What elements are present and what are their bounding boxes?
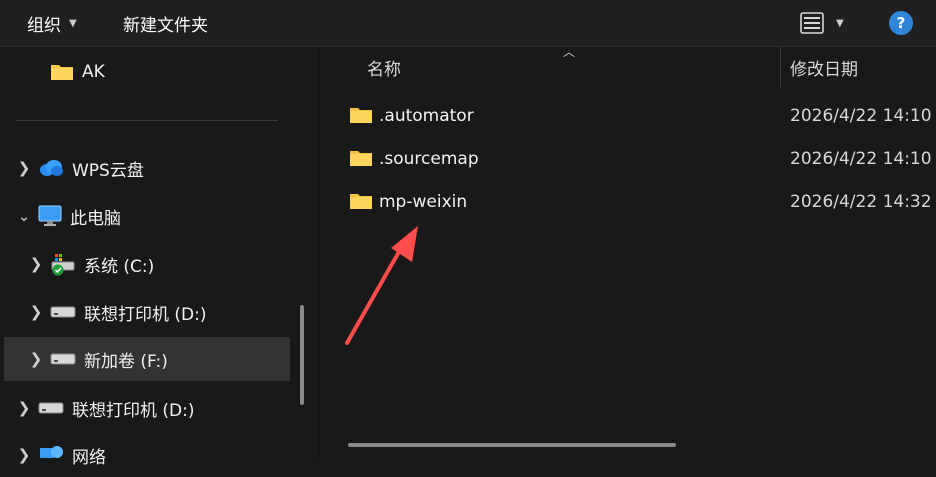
- nav-item-label: 系统 (C:): [84, 256, 155, 277]
- help-button[interactable]: ?: [889, 0, 913, 46]
- nav-item-label: AK: [82, 62, 105, 82]
- nav-item-ak[interactable]: AK: [0, 50, 290, 94]
- file-modified-date: 2026/4/22 14:10: [790, 148, 932, 169]
- file-name: .automator: [379, 105, 474, 126]
- chevron-right-icon[interactable]: ❯: [22, 350, 50, 368]
- nav-scrollbar-thumb[interactable]: [300, 305, 304, 405]
- nav-item-network[interactable]: ❯ 网络: [10, 433, 290, 477]
- cloud-icon: [38, 158, 64, 178]
- column-header-name[interactable]: 名称: [367, 47, 401, 87]
- file-list-pane: ︿ 名称 修改日期 .automator 2026/4/22 14:10 .so…: [320, 45, 936, 458]
- drive-icon: [50, 352, 76, 366]
- chevron-down-icon[interactable]: ⌄: [10, 207, 38, 225]
- drive-icon: [38, 401, 64, 415]
- chevron-right-icon[interactable]: ❯: [10, 159, 38, 177]
- nav-item-drive-d-removable[interactable]: ❯ 联想打印机 (D:): [10, 386, 290, 430]
- nav-item-wps-cloud[interactable]: ❯ WPS云盘: [10, 146, 290, 190]
- nav-divider: [16, 120, 278, 121]
- nav-item-drive-d[interactable]: ❯ 联想打印机 (D:): [22, 290, 290, 334]
- file-modified-date: 2026/4/22 14:32: [790, 191, 932, 212]
- nav-item-label: 联想打印机 (D:): [84, 304, 207, 325]
- nav-item-label: 新加卷 (F:): [84, 351, 168, 372]
- nav-item-label: 此电脑: [70, 208, 121, 229]
- folder-icon: [349, 148, 373, 172]
- chevron-right-icon[interactable]: ❯: [22, 255, 50, 273]
- column-header-modified[interactable]: 修改日期: [790, 47, 858, 87]
- chevron-right-icon[interactable]: ❯: [22, 303, 50, 321]
- nav-item-drive-c[interactable]: ❯ 系统 (C:): [22, 242, 290, 286]
- folder-icon: [50, 62, 74, 82]
- file-modified-date: 2026/4/22 14:10: [790, 105, 932, 126]
- chevron-right-icon[interactable]: ❯: [10, 399, 38, 417]
- system-drive-icon: [50, 252, 76, 276]
- column-separator[interactable]: [780, 47, 781, 87]
- caret-down-icon: ▼: [836, 17, 844, 29]
- organize-menu-button[interactable]: 组织 ▼: [27, 0, 77, 46]
- organize-label: 组织: [27, 15, 61, 36]
- file-row[interactable]: .automator 2026/4/22 14:10: [320, 94, 936, 137]
- help-icon: ?: [889, 11, 913, 35]
- file-row[interactable]: mp-weixin 2026/4/22 14:32: [320, 180, 936, 223]
- network-icon: [38, 444, 64, 466]
- nav-item-this-pc[interactable]: ⌄ 此电脑: [10, 194, 290, 238]
- file-name: .sourcemap: [379, 148, 479, 169]
- caret-down-icon: ▼: [69, 17, 77, 29]
- view-options-button[interactable]: ▼: [800, 0, 844, 46]
- folder-icon: [349, 191, 373, 215]
- nav-item-drive-f[interactable]: ❯ 新加卷 (F:): [4, 337, 290, 381]
- sort-ascending-icon: ︿: [563, 45, 576, 59]
- navigation-pane: AK ❯ WPS云盘 ⌄ 此电脑 ❯ 系统 (C:) ❯ 联想打印机 (D:) …: [0, 47, 318, 468]
- new-folder-label: 新建文件夹: [123, 15, 208, 36]
- monitor-icon: [38, 205, 62, 227]
- file-name: mp-weixin: [379, 191, 468, 212]
- folder-icon: [349, 105, 373, 129]
- drive-icon: [50, 305, 76, 319]
- file-row[interactable]: .sourcemap 2026/4/22 14:10: [320, 137, 936, 180]
- nav-item-label: 联想打印机 (D:): [72, 400, 195, 421]
- new-folder-button[interactable]: 新建文件夹: [123, 0, 208, 46]
- chevron-right-icon[interactable]: ❯: [10, 446, 38, 464]
- command-bar: 组织 ▼ 新建文件夹 ▼ ?: [0, 0, 936, 47]
- horizontal-scrollbar-thumb[interactable]: [348, 443, 676, 447]
- nav-item-label: 网络: [72, 447, 106, 468]
- list-view-icon: [800, 12, 824, 34]
- nav-item-label: WPS云盘: [72, 160, 144, 181]
